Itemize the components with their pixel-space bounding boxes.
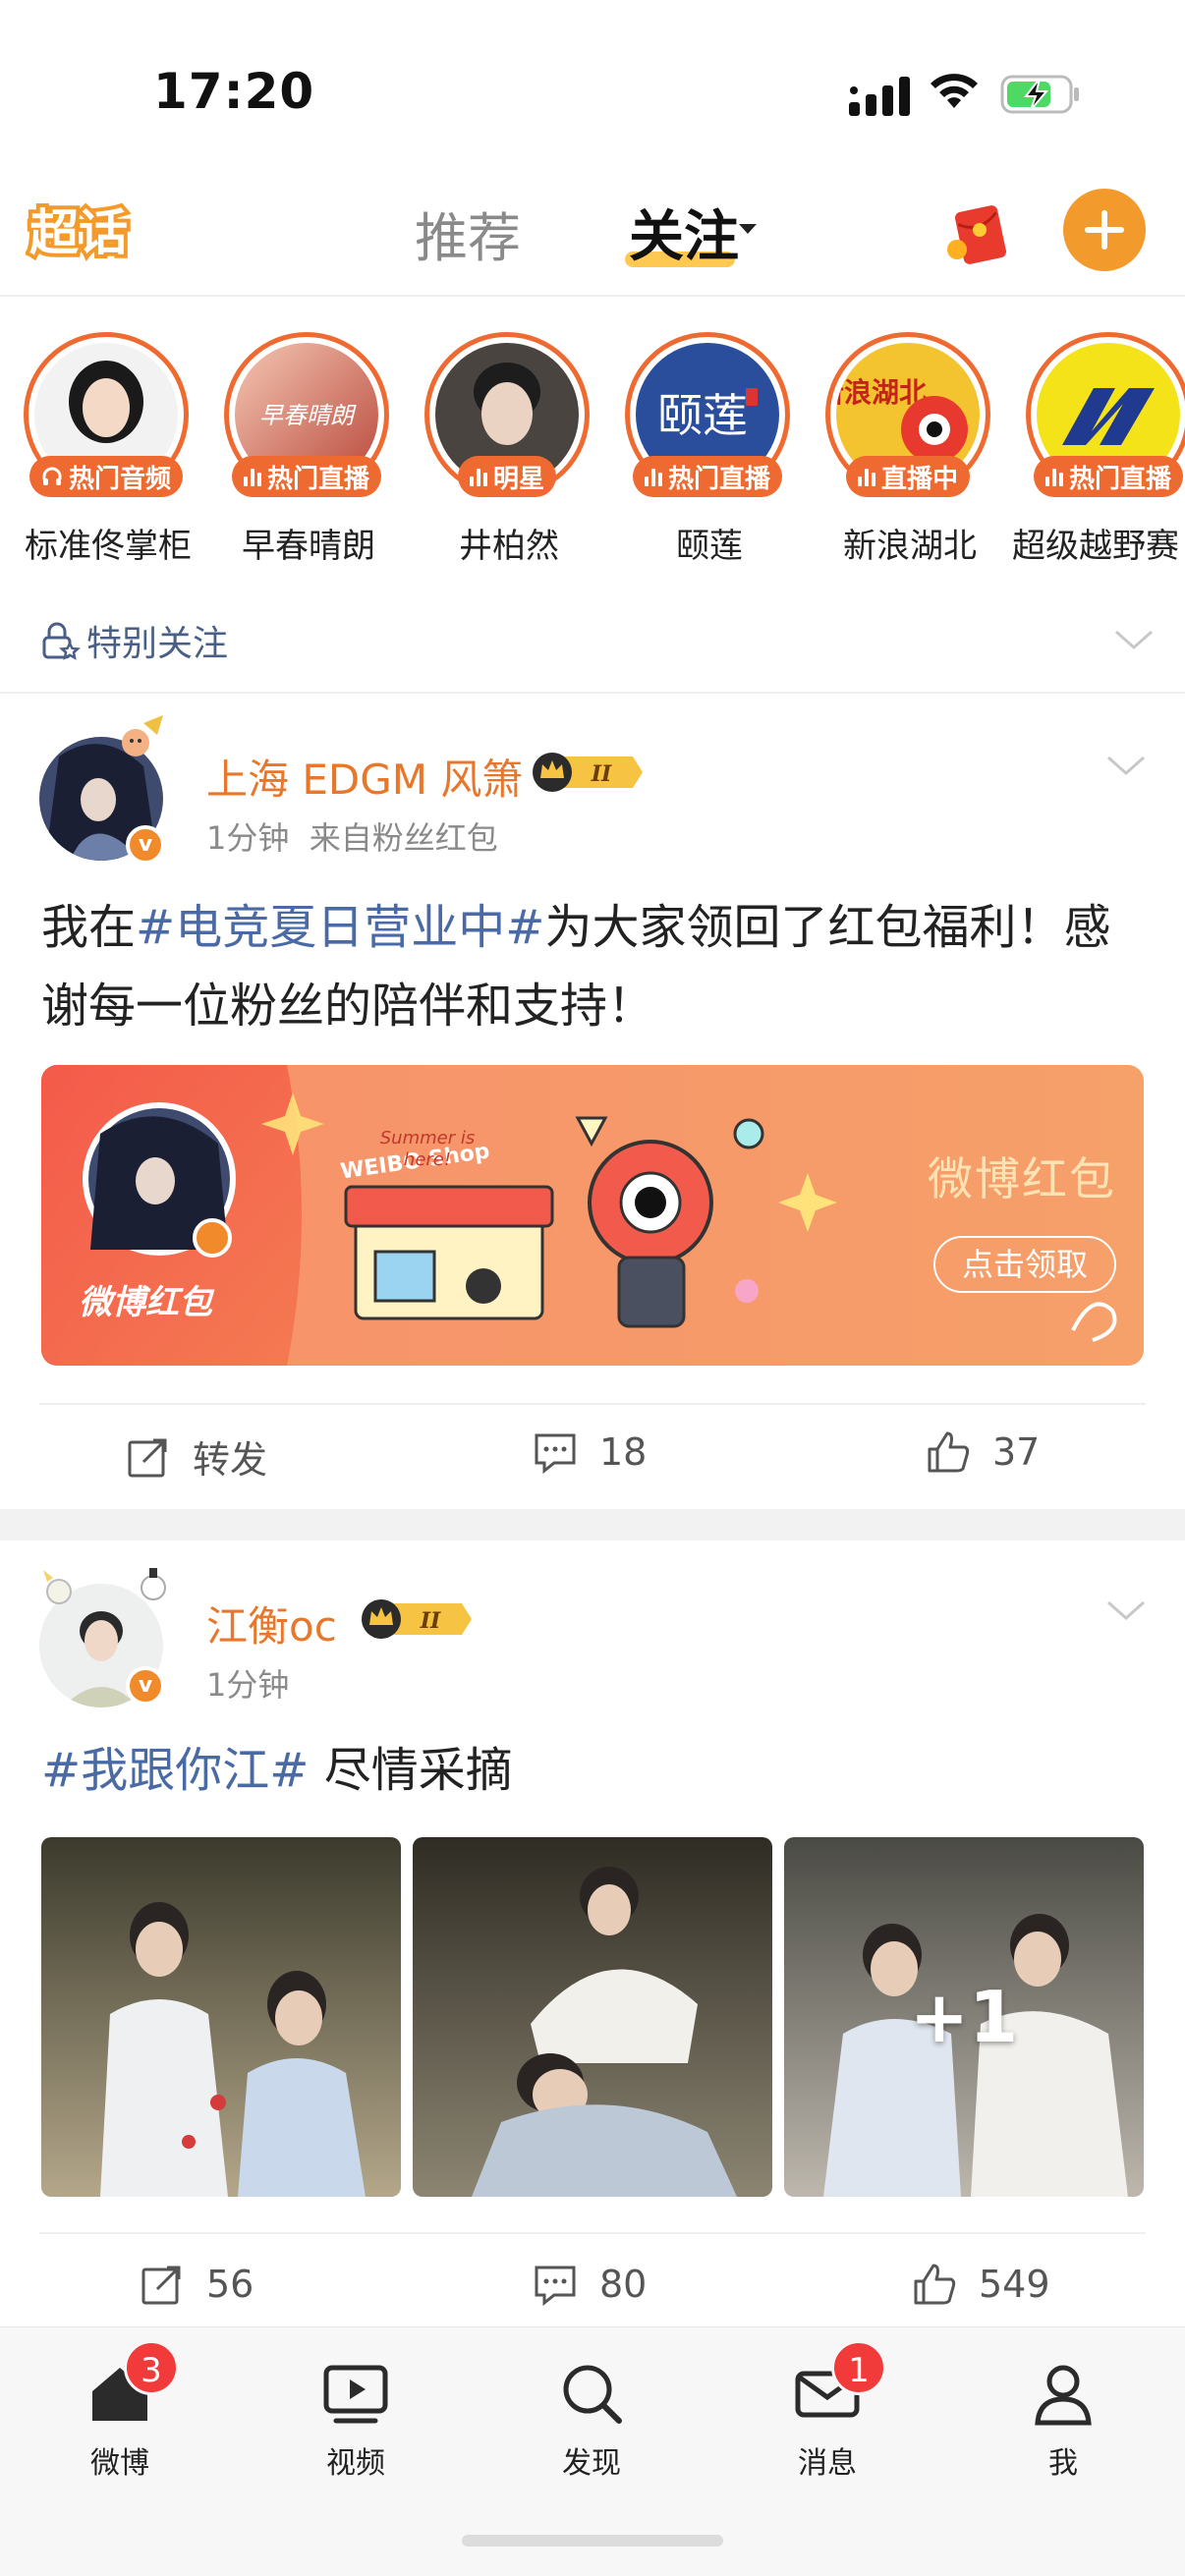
story-cover-text: 早春晴朗: [259, 402, 357, 429]
decoration-icon: [43, 1568, 166, 1604]
post-content: 我在#电竞夏日营业中#为大家领回了红包福利！感谢每一位粉丝的陪伴和支持！: [41, 900, 1111, 1034]
story-badge: 明星: [457, 456, 556, 497]
banner-bubble: Summer is here!: [379, 1128, 476, 1170]
tab-recommend[interactable]: 推荐: [415, 195, 521, 272]
repost-icon: [141, 2266, 181, 2305]
battery-charging-icon: [1000, 75, 1079, 114]
post-username[interactable]: 上海 EDGM 风箫: [206, 747, 523, 807]
story-badge: 热门直播: [231, 456, 381, 497]
svg-text:超话: 超话: [29, 204, 128, 261]
divider: [39, 1403, 1146, 1405]
live-bars-icon: [243, 467, 261, 486]
story-badge: 热门直播: [632, 456, 782, 497]
topic-link[interactable]: #我跟你江#: [41, 1743, 309, 1798]
post-menu-chevron-icon[interactable]: [1106, 1599, 1146, 1621]
live-bars-icon: [644, 467, 662, 486]
like-button[interactable]: 549: [912, 2262, 1050, 2307]
story-badge: 直播中: [845, 456, 970, 497]
banner-title: 微博红包: [928, 1152, 1116, 1205]
post-photo[interactable]: [41, 1837, 401, 2197]
post-photo[interactable]: [413, 1837, 772, 2197]
thumbs-up-icon: [914, 2264, 956, 2305]
topic-link[interactable]: #电竞夏日营业中#: [136, 900, 544, 955]
live-bars-icon: [469, 467, 487, 486]
crown-level-badge-icon: II: [533, 753, 643, 792]
repost-button[interactable]: 56: [140, 2262, 254, 2307]
level-badge-text: II: [591, 761, 612, 787]
video-icon: [323, 2365, 388, 2424]
comment-button[interactable]: 80: [533, 2262, 647, 2307]
lock-star-icon: [42, 622, 81, 660]
story-name: 超级越野赛: [1012, 527, 1179, 566]
story-badge: 热门音频: [28, 456, 183, 497]
story-name: 新浪湖北: [843, 527, 977, 566]
tab-me[interactable]: 我: [985, 2358, 1142, 2482]
divider: [0, 295, 1185, 297]
thumbs-up-icon: [928, 1431, 970, 1473]
home-indicator[interactable]: [462, 2535, 723, 2547]
comment-icon: [535, 2266, 576, 2307]
home-badge: 3: [124, 2340, 179, 2395]
verified-badge-icon: v: [126, 1666, 165, 1706]
comment-button[interactable]: 18: [533, 1429, 647, 1475]
person-icon: [1035, 2365, 1092, 2426]
cellular-signal-icon: [849, 77, 910, 116]
red-packet-icon[interactable]: [943, 198, 1014, 269]
level-badge-text: II: [420, 1608, 441, 1634]
post-username[interactable]: 江衡oc: [206, 1594, 337, 1653]
special-follow-toggle[interactable]: 特别关注: [39, 615, 228, 666]
repost-button[interactable]: 转发: [126, 1429, 267, 1484]
repost-icon: [128, 1438, 167, 1477]
tab-following[interactable]: 关注: [629, 193, 739, 272]
claim-button[interactable]: 点击领取: [933, 1236, 1116, 1293]
story-cover-text: 颐莲: [657, 389, 748, 442]
wifi-icon: [931, 74, 978, 108]
post-menu-chevron-icon[interactable]: [1106, 755, 1146, 776]
add-button[interactable]: [1063, 189, 1146, 271]
post-time: 1分钟: [206, 1666, 290, 1704]
comment-icon: [535, 1433, 576, 1475]
verified-badge-icon: v: [126, 825, 165, 865]
headphone-icon: [42, 467, 62, 485]
caret-down-icon[interactable]: [739, 224, 757, 234]
decoration-icon: [122, 715, 163, 756]
divider: [39, 2232, 1146, 2234]
tab-video[interactable]: 视频: [277, 2358, 434, 2482]
chevron-down-icon[interactable]: [1114, 629, 1154, 650]
chaohua-logo[interactable]: 超话: [26, 193, 143, 271]
more-photos-count: +1: [909, 1976, 1019, 2058]
post-content: #我跟你江# 尽情采摘: [41, 1743, 513, 1798]
like-button[interactable]: 37: [926, 1429, 1040, 1475]
post-time: 1分钟: [206, 819, 290, 857]
crown-level-badge-icon: II: [362, 1599, 472, 1639]
story-badge: 热门直播: [1033, 456, 1183, 497]
live-bars-icon: [1044, 467, 1063, 486]
tab-discover[interactable]: 发现: [513, 2358, 670, 2482]
post-photo[interactable]: +1: [784, 1837, 1144, 2197]
post-source[interactable]: 来自粉丝红包: [310, 819, 498, 857]
status-time: 17:20: [153, 63, 315, 120]
banner-left-label: 微博红包: [79, 1283, 212, 1322]
messages-badge: 1: [831, 2340, 886, 2395]
section-gap: [0, 1509, 1185, 1540]
live-bars-icon: [857, 467, 875, 486]
post-meta: 1分钟 来自粉丝红包: [206, 813, 498, 859]
search-icon: [563, 2365, 622, 2424]
